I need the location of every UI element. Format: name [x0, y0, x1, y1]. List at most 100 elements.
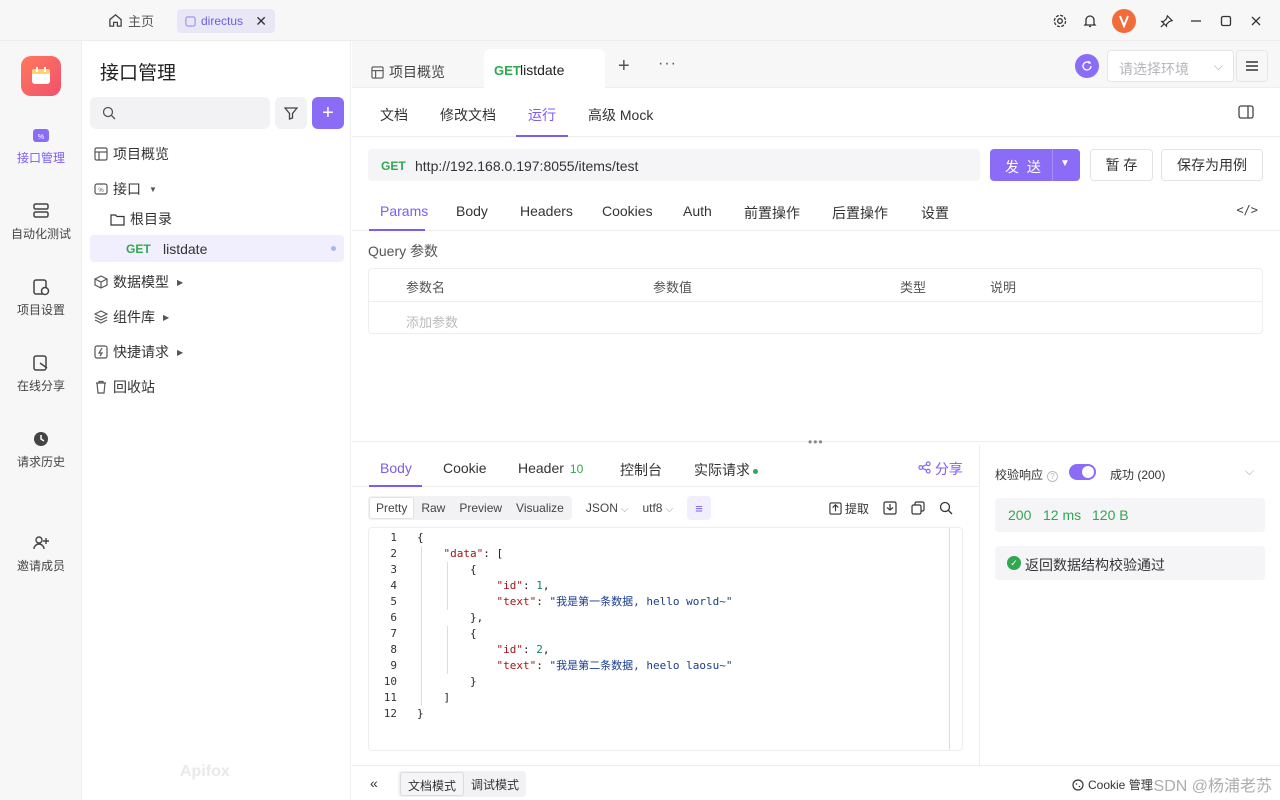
tab-params[interactable]: Params [380, 203, 428, 219]
tab-project-overview[interactable]: 项目概览 [371, 62, 445, 82]
sidebar-item-listdate[interactable]: GET listdate [90, 235, 344, 262]
close-icon[interactable]: ✕ [255, 13, 267, 30]
tab-settings[interactable]: 设置 [921, 203, 949, 223]
save-as-case-button[interactable]: 保存为用例 [1161, 149, 1263, 181]
sidebar-item-overview[interactable]: 项目概览 [94, 141, 169, 167]
lang-select[interactable]: JSON ⌵ [586, 501, 629, 515]
response-metrics: 200 12 ms 120 B [995, 498, 1265, 532]
line-number: 12 [383, 707, 397, 720]
tab-actual-request[interactable]: 实际请求 [694, 460, 758, 480]
add-param-input[interactable]: 添加参数 [406, 312, 458, 331]
method-badge: GET [494, 63, 521, 78]
format-preview[interactable]: Preview [452, 497, 509, 519]
chevron-down-icon[interactable]: ▼ [1060, 158, 1070, 169]
validate-toggle[interactable] [1069, 464, 1096, 480]
tab-headers[interactable]: Headers [520, 203, 573, 219]
tab-post-ops[interactable]: 后置操作 [832, 203, 888, 223]
bell-icon[interactable] [1076, 8, 1104, 34]
left-rail: % 接口管理 自动化测试 项目设置 在线分享 请求历史 邀请成员 [0, 41, 82, 800]
pin-icon[interactable] [1152, 8, 1180, 34]
code-icon[interactable]: </> [1236, 203, 1258, 217]
tab-response-header[interactable]: Header 10 [518, 460, 583, 476]
tab-console[interactable]: 控制台 [620, 460, 662, 480]
rail-item-automation[interactable]: 自动化测试 [0, 201, 82, 242]
tab-auth[interactable]: Auth [683, 203, 712, 219]
tab-run[interactable]: 运行 [528, 105, 556, 125]
copy-icon[interactable] [911, 501, 925, 515]
split-view-icon[interactable] [1238, 105, 1254, 119]
avatar[interactable] [1112, 9, 1136, 33]
share-button[interactable]: 分享 [918, 459, 963, 479]
code-text: "text": "我是第二条数据, heelo laosu~" [496, 659, 733, 672]
share-doc-icon [33, 355, 48, 371]
wrap-lines-icon[interactable]: ≡ [687, 496, 712, 520]
rail-item-invite-members[interactable]: 邀请成员 [0, 533, 82, 574]
rail-item-project-settings[interactable]: 项目设置 [0, 277, 82, 318]
format-pretty[interactable]: Pretty [369, 497, 415, 519]
search-icon[interactable] [939, 501, 953, 515]
home-label: 主页 [128, 14, 155, 29]
encoding-select[interactable]: utf8 ⌵ [642, 501, 673, 515]
debug-mode-button[interactable]: 调试模式 [464, 772, 526, 796]
rail-label: 接口管理 [16, 151, 65, 165]
env-menu-button[interactable] [1236, 50, 1268, 82]
cookie-icon [1072, 778, 1084, 791]
sidebar-search-input[interactable] [90, 97, 270, 129]
unsaved-dot [331, 246, 336, 251]
env-refresh-button[interactable] [1075, 54, 1099, 78]
extract-button[interactable]: 提取 [829, 500, 869, 517]
tab-doc[interactable]: 文档 [380, 105, 408, 125]
format-visualize[interactable]: Visualize [509, 497, 571, 519]
send-button[interactable]: 发 送 ▼ [990, 149, 1080, 181]
format-toolbar: Pretty Raw Preview Visualize JSON ⌵ utf8 ⌵… [368, 496, 712, 520]
sidebar-title: 接口管理 [100, 63, 177, 84]
scrollbar[interactable] [949, 528, 950, 750]
settings-gear-icon[interactable] [1046, 8, 1074, 34]
tab-body[interactable]: Body [456, 203, 488, 219]
home-tab[interactable]: 主页 [108, 11, 154, 30]
download-icon[interactable] [883, 501, 897, 515]
validate-status-select[interactable]: 成功 (200) [1110, 466, 1165, 483]
format-raw[interactable]: Raw [414, 497, 452, 519]
sidebar-item-trash[interactable]: 回收站 [94, 374, 155, 400]
help-icon[interactable]: ? [1047, 471, 1059, 482]
collapse-sidebar-icon[interactable]: « [370, 775, 378, 791]
close-window-icon[interactable] [1242, 8, 1270, 34]
validation-message: 返回数据结构校验通过 [1025, 557, 1165, 573]
sidebar-item-quick-request[interactable]: 快捷请求 ▶ [94, 339, 183, 365]
project-tab-directus[interactable]: directus ✕ [177, 9, 275, 33]
folder-icon [110, 213, 125, 226]
doc-mode-button[interactable]: 文档模式 [400, 772, 465, 796]
environment-select[interactable]: 请选择环境 ⌵ [1107, 50, 1234, 82]
more-tabs-button[interactable]: ··· [658, 55, 677, 73]
tab-edit-doc[interactable]: 修改文档 [440, 105, 496, 125]
minimize-icon[interactable] [1182, 8, 1210, 34]
tab-response-body[interactable]: Body [380, 460, 412, 476]
cookie-manager-button[interactable]: Cookie 管理 [1072, 776, 1153, 793]
save-draft-button[interactable]: 暂 存 [1090, 149, 1153, 181]
tab-response-cookie[interactable]: Cookie [443, 460, 487, 476]
rail-item-request-history[interactable]: 请求历史 [0, 429, 82, 470]
add-button[interactable]: + [312, 97, 344, 129]
chevron-down-icon[interactable]: ⌵ [1245, 464, 1254, 479]
code-text: "id": 1, [496, 579, 550, 592]
filter-button[interactable] [275, 97, 307, 129]
tab-pre-ops[interactable]: 前置操作 [744, 203, 800, 223]
sidebar-item-data-models[interactable]: 数据模型 ▶ [94, 269, 183, 295]
rail-item-online-share[interactable]: 在线分享 [0, 353, 82, 394]
sidebar-item-components[interactable]: 组件库 ▶ [94, 304, 169, 330]
tab-cookies[interactable]: Cookies [602, 203, 653, 219]
active-tab-indicator [369, 485, 422, 487]
tab-listdate[interactable]: GET listdate [484, 49, 605, 89]
sidebar-item-root-folder[interactable]: 根目录 [110, 206, 172, 232]
url-input[interactable]: GET http://192.168.0.197:8055/items/test [368, 149, 980, 181]
maximize-icon[interactable] [1212, 8, 1240, 34]
method-select[interactable]: GET [381, 159, 406, 173]
sidebar-item-label: 回收站 [113, 379, 155, 395]
sidebar-item-api[interactable]: % 接口 ▼ [94, 176, 157, 202]
new-tab-button[interactable]: + [618, 55, 630, 78]
response-code-viewer[interactable]: 1{2 "data": [3 {4 "id": 1, 5 "text": "我是第… [368, 527, 963, 751]
tab-advanced-mock[interactable]: 高级 Mock [588, 105, 653, 125]
rail-item-api-management[interactable]: % 接口管理 [0, 125, 82, 166]
line-number: 6 [390, 611, 397, 624]
